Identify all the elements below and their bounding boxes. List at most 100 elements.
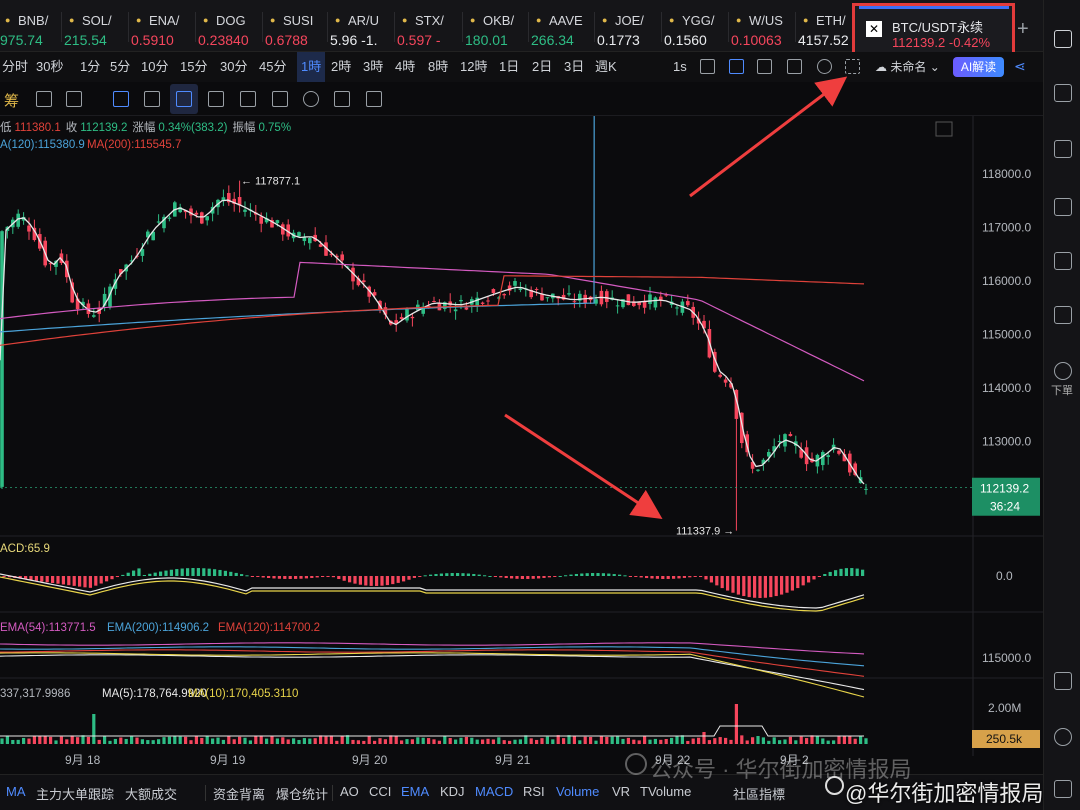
orderbook-icon[interactable] xyxy=(1054,84,1072,102)
indicator-1[interactable]: 主力大单跟踪 xyxy=(36,784,114,803)
refresh-tool-icon[interactable] xyxy=(36,91,52,107)
right-rail: 下單 xyxy=(1043,0,1080,810)
ticker-item[interactable]: ● AR/U 5.96 -1. xyxy=(330,0,394,52)
filter-tool-icon[interactable] xyxy=(334,91,350,107)
macd-bar xyxy=(88,576,92,588)
fullscreen-icon[interactable] xyxy=(845,59,860,74)
ai-interpret-button[interactable]: AI解读 xyxy=(953,57,1004,77)
macd-bar xyxy=(785,576,789,593)
indicator-2[interactable]: 大额成交 xyxy=(125,784,177,803)
save-icon[interactable] xyxy=(787,59,802,74)
help-icon[interactable] xyxy=(1054,728,1072,746)
volume-bar xyxy=(621,738,625,744)
trading-app: ● BNB/975.74 ● SOL/215.54 ● ENA/0.5910 ● DOG 0.2… xyxy=(0,0,1080,810)
lock-tool-icon[interactable] xyxy=(240,91,256,107)
eraser-tool-icon[interactable] xyxy=(144,91,160,107)
ticker-item[interactable]: ● STX/0.597 - xyxy=(397,0,461,52)
timeframe-18[interactable]: 1s xyxy=(673,52,687,82)
timeframe-8[interactable]: 1時 xyxy=(297,52,326,82)
indicator-3[interactable]: 资金背离 xyxy=(213,784,265,803)
indicator-14[interactable]: 社區指標 xyxy=(733,784,785,803)
ruler-tool-icon[interactable] xyxy=(66,91,82,107)
timeframe-9[interactable]: 2時 xyxy=(331,52,351,82)
indicator-13[interactable]: TVolume xyxy=(640,784,691,799)
candle-body xyxy=(491,289,496,293)
layout-list-icon[interactable] xyxy=(1054,30,1072,48)
volume-bar xyxy=(751,737,755,744)
timeframe-7[interactable]: 45分 xyxy=(259,52,286,82)
pen-icon[interactable] xyxy=(729,59,744,74)
timeframe-15[interactable]: 2日 xyxy=(532,52,552,82)
volume-bar xyxy=(551,739,555,744)
trendline-tool-icon[interactable] xyxy=(176,91,192,107)
indicator-7[interactable]: EMA xyxy=(401,784,429,799)
timeframe-6[interactable]: 30分 xyxy=(220,52,247,82)
indicator-8[interactable]: KDJ xyxy=(440,784,465,799)
add-ticker-icon[interactable]: + xyxy=(1017,18,1029,41)
indicator-5[interactable]: AO xyxy=(340,784,359,799)
ticker-item[interactable]: ● JOE/0.1773 xyxy=(597,0,661,52)
analysis-icon[interactable] xyxy=(1054,198,1072,216)
chip-tool-label[interactable]: 筹 xyxy=(4,90,19,111)
date-label: 9月 21 xyxy=(495,753,531,767)
macd-bar xyxy=(99,576,103,584)
timeframe-13[interactable]: 12時 xyxy=(460,52,487,82)
indicator-9[interactable]: MACD xyxy=(475,784,513,799)
indicator-11[interactable]: Volume xyxy=(556,784,599,799)
macd-bar xyxy=(531,576,535,579)
camera-icon[interactable] xyxy=(700,59,715,74)
active-ticker-btc[interactable]: ✕ BTC/USDT永续 112139.2 -0.42% xyxy=(852,3,1015,57)
timeframe-4[interactable]: 10分 xyxy=(141,52,168,82)
crop-icon[interactable] xyxy=(757,59,772,74)
indicator-12[interactable]: VR xyxy=(612,784,630,799)
magnet-tool-icon[interactable] xyxy=(303,91,319,107)
macd-bar xyxy=(294,576,298,579)
indicator-4[interactable]: 爆仓统计 xyxy=(276,784,328,803)
ohlc-low: 111380.1 xyxy=(15,122,61,134)
ticker-item[interactable]: ● W/US 0.10063 xyxy=(731,0,795,52)
indicator-6[interactable]: CCI xyxy=(369,784,391,799)
ticker-item[interactable]: ● OKB/180.01 xyxy=(465,0,529,52)
timeframe-5[interactable]: 15分 xyxy=(180,52,207,82)
timeframe-3[interactable]: 5分 xyxy=(110,52,130,82)
layers-tool-icon[interactable] xyxy=(272,91,288,107)
ticker-item[interactable]: ● DOG 0.23840 xyxy=(198,0,262,52)
bookmark-tool-icon[interactable] xyxy=(113,91,129,107)
timeframe-12[interactable]: 8時 xyxy=(428,52,448,82)
timeframe-1[interactable]: 30秒 xyxy=(36,52,63,82)
candle-body xyxy=(432,301,436,303)
macd-bar xyxy=(250,576,254,577)
timeframe-16[interactable]: 3日 xyxy=(564,52,584,82)
indicator-10[interactable]: RSI xyxy=(523,784,545,799)
timeframe-10[interactable]: 3時 xyxy=(363,52,383,82)
etf-icon[interactable] xyxy=(1054,306,1072,324)
candles-tool-icon[interactable] xyxy=(208,91,224,107)
ticker-item[interactable]: ● ENA/0.5910 xyxy=(131,0,195,52)
volume-bar xyxy=(281,737,285,744)
trash-tool-icon[interactable] xyxy=(366,91,382,107)
timeframe-17[interactable]: 週K xyxy=(595,52,617,82)
timeframe-14[interactable]: 1日 xyxy=(499,52,519,82)
ticker-item[interactable]: ● AAVE 266.34 xyxy=(531,0,595,52)
share-icon[interactable]: ⋖ xyxy=(1014,58,1026,75)
timeframe-11[interactable]: 4時 xyxy=(395,52,415,82)
ticker-item[interactable]: ● SOL/215.54 xyxy=(64,0,128,52)
indicator-0[interactable]: MA xyxy=(6,784,26,799)
timeframe-2[interactable]: 1分 xyxy=(80,52,100,82)
layout-name-dropdown[interactable]: ☁ 未命名 ⌄ xyxy=(875,58,940,75)
price-chart[interactable]: 118000.0 117000.0 116000.0 115000.0 114000.0… xyxy=(0,116,1043,774)
settings-icon[interactable] xyxy=(1054,780,1072,798)
data-icon[interactable] xyxy=(1054,252,1072,270)
candle-body xyxy=(777,440,782,443)
ticker-item[interactable]: ● SUSI 0.6788 xyxy=(265,0,329,52)
expand-icon[interactable] xyxy=(935,121,953,137)
panel-icon[interactable] xyxy=(1054,672,1072,690)
ticker-item[interactable]: ● BNB/975.74 xyxy=(0,0,64,52)
gear-icon[interactable] xyxy=(817,59,832,74)
timeframe-0[interactable]: 分时 xyxy=(2,52,28,82)
ema-tick: 115000.0 xyxy=(982,651,1031,665)
macd-bar xyxy=(699,576,703,577)
trade-icon[interactable] xyxy=(1054,362,1072,380)
funds-icon[interactable] xyxy=(1054,140,1072,158)
ticker-item[interactable]: ● YGG/0.1560 xyxy=(664,0,728,52)
